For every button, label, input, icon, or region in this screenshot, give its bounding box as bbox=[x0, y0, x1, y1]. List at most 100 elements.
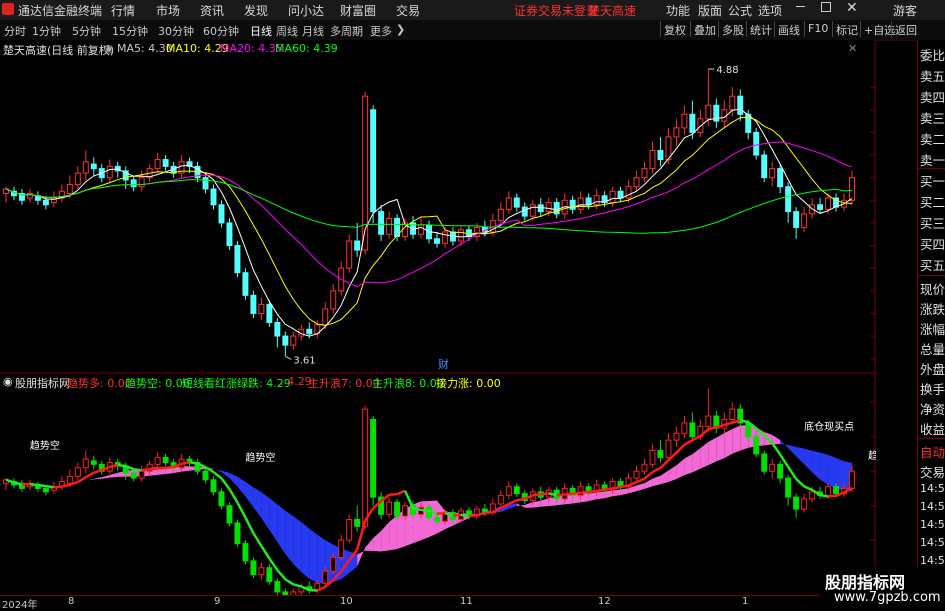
menu-faxian[interactable]: 发现 bbox=[244, 2, 268, 19]
tool-tongji[interactable]: 统计 bbox=[746, 21, 775, 37]
candle-body bbox=[251, 295, 256, 313]
rp-buy5: 买五 bbox=[920, 255, 945, 274]
menu-hangqing[interactable]: 行情 bbox=[111, 2, 135, 19]
trend-line bbox=[589, 491, 597, 492]
trend-band bbox=[732, 426, 740, 454]
ind-candle-body bbox=[267, 568, 272, 582]
ind-candle-body bbox=[706, 416, 711, 426]
ind-candle-body bbox=[850, 471, 855, 488]
period-30min[interactable]: 30分钟 bbox=[158, 23, 194, 39]
ind-candle-body bbox=[642, 464, 647, 471]
ind-zhushenglang7: 主升浪7: 0.00 bbox=[308, 375, 380, 391]
trend-line bbox=[142, 469, 150, 470]
trend-line bbox=[110, 465, 118, 467]
trend-line bbox=[557, 494, 565, 495]
candle-body bbox=[155, 160, 160, 169]
ind-qushiduo: 趋势多: 0.00 bbox=[67, 375, 132, 391]
candle-body bbox=[762, 155, 767, 178]
ind-candle-body bbox=[506, 487, 511, 496]
ma5-label: MA5: 4.30 bbox=[117, 42, 173, 55]
candle-body bbox=[498, 209, 503, 220]
more-chevron-icon[interactable]: ❯ bbox=[396, 23, 405, 36]
trend-line bbox=[38, 485, 46, 486]
candle-body bbox=[594, 196, 599, 205]
trade-login-status[interactable]: 证券交易未登录 bbox=[514, 2, 598, 19]
chart-close-icon[interactable]: ✕ bbox=[848, 42, 857, 55]
kline-chart[interactable]: 4.883.61财 趋势空趋势空趋势空底仓现买点 4.804.704.604.5… bbox=[0, 40, 876, 595]
candle-body bbox=[626, 187, 631, 198]
ind-duanxian: 短线看红涨绿跌: 4.29 bbox=[182, 375, 291, 391]
tool-huaxian[interactable]: 画线 bbox=[774, 21, 803, 37]
period-15min[interactable]: 15分钟 bbox=[112, 23, 148, 39]
period-60min[interactable]: 60分钟 bbox=[203, 23, 239, 39]
low-price-label: 3.61 bbox=[293, 355, 315, 366]
ind-candle-body bbox=[347, 519, 352, 540]
date-label: 9 bbox=[214, 596, 220, 607]
trend-line bbox=[389, 494, 397, 495]
menu-caifuquan[interactable]: 财富圈 bbox=[340, 2, 376, 19]
rp-time4: 14:56 bbox=[920, 536, 945, 549]
ind-candle-body bbox=[275, 582, 280, 592]
menu-banmian[interactable]: 版面 bbox=[698, 2, 722, 19]
tool-diejia[interactable]: 叠加 bbox=[690, 21, 719, 37]
tool-back[interactable]: 返回 bbox=[891, 21, 920, 37]
indicator-name[interactable]: 股朋指标网 bbox=[15, 375, 70, 391]
candle-body bbox=[610, 191, 615, 202]
period-monthly[interactable]: 月线 bbox=[302, 23, 324, 39]
indicator-settings-icon[interactable]: ◉ bbox=[3, 375, 13, 388]
period-5min[interactable]: 5分钟 bbox=[72, 23, 101, 39]
rp-sell4: 卖四 bbox=[920, 87, 945, 106]
trend-line bbox=[30, 484, 38, 485]
candle-body bbox=[275, 322, 280, 336]
menu-gongneng[interactable]: 功能 bbox=[666, 2, 690, 19]
user-guest[interactable]: 游客 bbox=[893, 2, 917, 19]
rp-auto[interactable]: 自动 bbox=[920, 442, 945, 461]
date-label: 1 bbox=[742, 596, 748, 607]
period-fenshi[interactable]: 分时 bbox=[4, 23, 26, 39]
ind-candle-body bbox=[139, 471, 144, 478]
rp-zhangfu: 涨幅 bbox=[920, 319, 945, 338]
candle-body bbox=[818, 205, 823, 210]
tool-duogu[interactable]: 多股 bbox=[718, 21, 747, 37]
candle-body bbox=[331, 291, 336, 309]
ind-candle-body bbox=[339, 540, 344, 557]
maximize-icon[interactable] bbox=[821, 2, 831, 12]
menu-gongshi[interactable]: 公式 bbox=[728, 2, 752, 19]
rp-weibi[interactable]: 委比 bbox=[920, 45, 945, 64]
period-weekly[interactable]: 周线 bbox=[276, 23, 298, 39]
candle-body bbox=[139, 178, 144, 187]
chart-settings-icon[interactable]: ◉ bbox=[104, 42, 114, 55]
trend-line bbox=[461, 515, 469, 516]
candle-body bbox=[690, 114, 695, 132]
candle-body bbox=[586, 198, 591, 205]
close-icon[interactable]: ✕ bbox=[846, 0, 858, 16]
ind-candle-body bbox=[834, 487, 839, 494]
trend-line bbox=[485, 512, 493, 513]
candle-body bbox=[291, 336, 296, 345]
tool-biaoji[interactable]: 标记 bbox=[832, 21, 861, 37]
period-multi[interactable]: 多周期 bbox=[330, 23, 363, 39]
rp-trades[interactable]: 交易 bbox=[920, 462, 945, 481]
rp-buy4: 买四 bbox=[920, 234, 945, 253]
ind-candle-body bbox=[514, 487, 519, 494]
trend-line bbox=[581, 492, 589, 493]
candle-body bbox=[283, 336, 288, 345]
period-1min[interactable]: 1分钟 bbox=[32, 23, 61, 39]
minimize-icon[interactable] bbox=[796, 6, 805, 7]
candle-body bbox=[786, 187, 791, 212]
tool-fuquan[interactable]: 复权 bbox=[660, 21, 689, 37]
ind-candle-body bbox=[243, 544, 248, 561]
rp-buy1: 买一 bbox=[920, 171, 945, 190]
candle-body bbox=[355, 241, 360, 250]
menu-shichang[interactable]: 市场 bbox=[156, 2, 180, 19]
period-more[interactable]: 更多 bbox=[370, 23, 392, 39]
trend-band bbox=[828, 455, 836, 489]
trend-line bbox=[469, 515, 477, 516]
menu-jiaoyi[interactable]: 交易 bbox=[396, 2, 420, 19]
period-daily[interactable]: 日线 bbox=[250, 23, 272, 39]
menu-xuanxiang[interactable]: 选项 bbox=[758, 2, 782, 19]
menu-wenxiaoda[interactable]: 问小达 bbox=[288, 2, 324, 19]
tool-f10[interactable]: F10 bbox=[804, 21, 831, 37]
menu-zixun[interactable]: 资讯 bbox=[200, 2, 224, 19]
ind-candle-body bbox=[762, 454, 767, 471]
